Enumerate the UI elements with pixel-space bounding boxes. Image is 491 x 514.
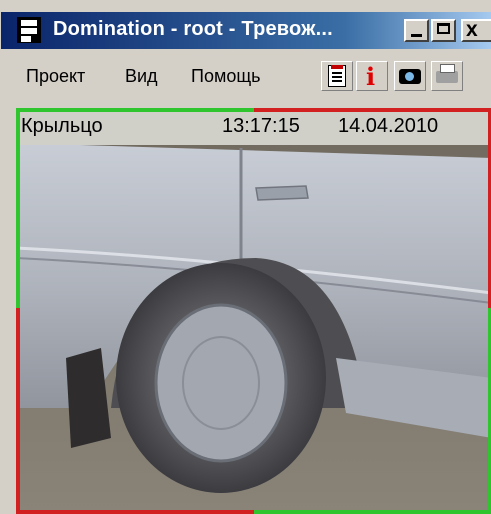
app-icon[interactable] (17, 17, 41, 43)
info-button[interactable]: i (356, 61, 388, 91)
info-icon: i (366, 62, 376, 91)
camera-time: 13:17:15 (222, 115, 300, 137)
video-frame-car (16, 108, 491, 514)
maximize-button[interactable] (431, 19, 456, 42)
menu-project[interactable]: Проект (26, 66, 85, 87)
close-button[interactable]: x (461, 19, 491, 42)
snapshot-button[interactable] (394, 61, 426, 91)
maximize-icon (437, 23, 450, 34)
minimize-button[interactable] (404, 19, 429, 42)
menu-bar: Проект Вид Помощь i (1, 56, 491, 100)
close-icon: x (466, 18, 478, 41)
camera-info-bar: Крыльцо 13:17:15 14.04.2010 (16, 112, 491, 145)
camera-name: Крыльцо (21, 115, 103, 137)
app-window: Domination - root - Тревож... x Проект В… (0, 0, 491, 514)
minimize-icon (411, 34, 422, 37)
alarm-border-left-red (16, 308, 20, 514)
title-bar[interactable]: Domination - root - Тревож... x (1, 12, 491, 49)
print-button[interactable] (431, 61, 463, 91)
menu-help[interactable]: Помощь (191, 66, 261, 87)
alarm-border-top-red (254, 108, 491, 112)
print-icon (436, 64, 458, 83)
alarm-border-top-green (16, 108, 254, 112)
alarm-border-bottom-green (254, 510, 491, 514)
snapshot-camera-icon (399, 69, 421, 84)
camera-date: 14.04.2010 (338, 115, 439, 137)
window-title: Domination - root - Тревож... (53, 18, 333, 40)
menu-view[interactable]: Вид (125, 66, 158, 87)
alarm-border-left-green (16, 108, 20, 308)
alarm-border-bottom-red (16, 510, 254, 514)
camera-video-panel[interactable]: Крыльцо 13:17:15 14.04.2010 (16, 108, 491, 514)
camera-list-icon (328, 65, 346, 87)
camera-list-button[interactable] (321, 61, 353, 91)
